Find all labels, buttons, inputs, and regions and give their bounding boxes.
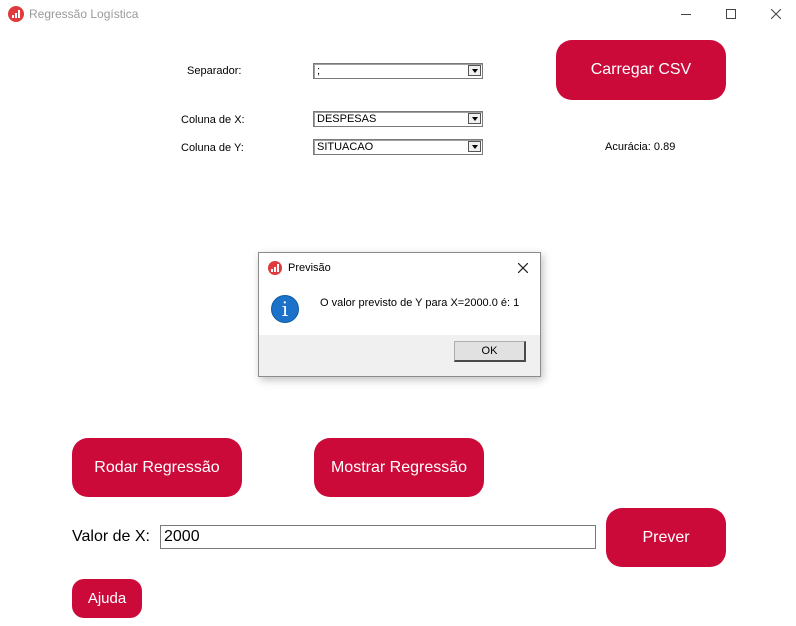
col-y-select[interactable]: SITUACAO [313, 139, 483, 155]
dialog-body: i O valor previsto de Y para X=2000.0 é:… [259, 283, 540, 335]
dialog-close-button[interactable] [511, 258, 535, 278]
chevron-down-icon[interactable] [468, 141, 481, 152]
app-icon [8, 6, 24, 22]
help-button[interactable]: Ajuda [72, 579, 142, 618]
close-icon [518, 263, 528, 273]
col-x-value: DESPESAS [317, 113, 377, 125]
x-value-text: 2000 [164, 528, 200, 545]
separator-select[interactable]: ; [313, 63, 483, 79]
separator-label: Separador: [187, 65, 242, 77]
dialog-message: O valor previsto de Y para X=2000.0 é: 1 [320, 297, 520, 309]
info-icon: i [271, 295, 299, 323]
dialog-title-bar: Previsão [259, 253, 540, 283]
col-y-value: SITUACAO [317, 141, 374, 153]
close-button[interactable] [753, 0, 796, 28]
predict-button[interactable]: Prever [606, 508, 726, 567]
maximize-icon [726, 9, 736, 19]
close-icon [771, 9, 781, 19]
run-regression-button[interactable]: Rodar Regressão [72, 438, 242, 497]
title-bar: Regressão Logística [0, 0, 796, 28]
show-regression-button[interactable]: Mostrar Regressão [314, 438, 484, 497]
minimize-icon [681, 14, 691, 15]
col-y-label: Coluna de Y: [181, 142, 244, 154]
app-icon [268, 261, 282, 275]
x-value-label: Valor de X: [72, 528, 150, 545]
accuracy-text: Acurácia: 0.89 [605, 141, 676, 153]
separator-value: ; [317, 65, 321, 77]
col-x-select[interactable]: DESPESAS [313, 111, 483, 127]
prediction-dialog: Previsão i O valor previsto de Y para X=… [258, 252, 541, 377]
minimize-button[interactable] [663, 0, 709, 28]
chevron-down-icon[interactable] [468, 113, 481, 124]
x-value-input[interactable]: 2000 [160, 525, 596, 549]
dialog-title: Previsão [288, 262, 331, 274]
col-x-label: Coluna de X: [181, 114, 245, 126]
ok-button[interactable]: OK [454, 341, 526, 362]
load-csv-button[interactable]: Carregar CSV [556, 40, 726, 100]
window-title: Regressão Logística [29, 7, 139, 21]
maximize-button[interactable] [708, 0, 754, 28]
chevron-down-icon[interactable] [468, 65, 481, 76]
